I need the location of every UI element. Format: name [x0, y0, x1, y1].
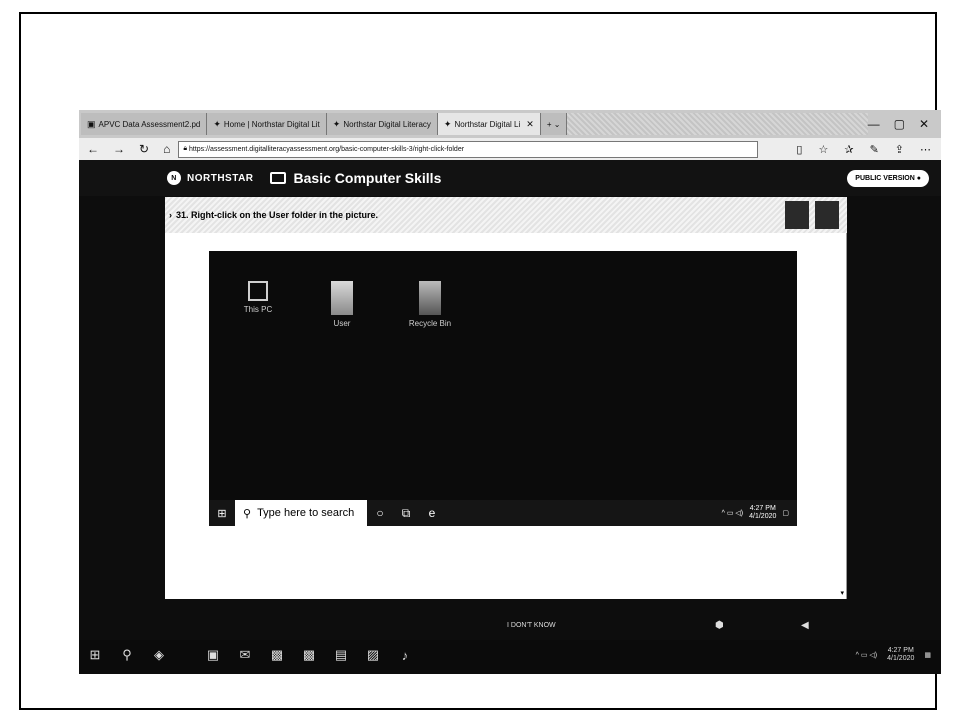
- outer-windows-taskbar: ⊞ ⚲ ◈ ▣ ✉ ▩ ▩ ▤ ▨ ♪ ^ ▭ ◁) 4:27 PM 4/1/20…: [79, 640, 941, 670]
- assessment-panel: › 31. Right-click on the User folder in …: [165, 197, 847, 599]
- northstar-tab-icon: ✦: [332, 118, 341, 129]
- audio-button[interactable]: [785, 201, 809, 229]
- desktop-icon-recycle-bin[interactable]: Recycle Bin: [405, 281, 455, 328]
- url-input[interactable]: 🔒︎ https://assessment.digitalliteracyass…: [178, 140, 759, 158]
- public-version-button[interactable]: PUBLIC VERSION ●: [847, 169, 929, 187]
- desktop-icon-this-pc[interactable]: This PC: [233, 281, 283, 314]
- reading-view-icon[interactable]: ▯: [796, 143, 802, 156]
- question-text: 31. Right-click on the User folder in th…: [176, 210, 379, 220]
- back-icon[interactable]: ←: [87, 142, 99, 156]
- dont-know-button[interactable]: I DON'T KNOW: [507, 622, 556, 629]
- share-icon[interactable]: ⇪: [895, 143, 904, 156]
- edge-icon[interactable]: e: [419, 506, 445, 520]
- tray-icons: ^ ▭ ◁): [855, 652, 878, 659]
- simulated-taskbar: ⊞ ⚲ Type here to search ○ ⧉ e ^ ▭ ◁) 4:27…: [209, 500, 797, 526]
- home-icon[interactable]: ⌂: [163, 142, 170, 156]
- scroll-down-icon[interactable]: ▾: [840, 589, 844, 597]
- recycle-bin-icon: [419, 281, 441, 315]
- more-icon[interactable]: ⋯: [920, 143, 931, 156]
- browser-tab[interactable]: ✦ Home | Northstar Digital Lit: [207, 113, 327, 135]
- info-icon: ●: [916, 174, 921, 182]
- chevron-right-icon: ›: [169, 210, 172, 220]
- pictures-icon[interactable]: ▨: [357, 647, 389, 663]
- user-folder-icon: [331, 281, 353, 315]
- simulated-desktop: This PC User Recycle Bin: [209, 251, 797, 526]
- minimize-icon[interactable]: —: [868, 117, 880, 131]
- shield-icon: ⬢: [715, 619, 724, 631]
- notifications-icon[interactable]: ▦: [924, 651, 931, 659]
- calendar-icon[interactable]: ▤: [325, 647, 357, 663]
- favorite-star-icon[interactable]: ☆: [818, 143, 828, 156]
- maximize-icon[interactable]: ▢: [894, 117, 905, 131]
- close-tab-icon[interactable]: ✕: [526, 119, 534, 130]
- browser-tab[interactable]: ✦ Northstar Digital Literacy: [326, 113, 438, 135]
- search-icon[interactable]: ⚲: [111, 647, 143, 663]
- outer-system-tray: ^ ▭ ◁) 4:27 PM 4/1/2020 ▦: [855, 647, 931, 662]
- question-bar: › 31. Right-click on the User folder in …: [165, 197, 847, 233]
- screenshot-frame: ▣ APVC Data Assessment2.pd ✦ Home | Norths…: [19, 12, 941, 710]
- windows-start-icon[interactable]: ⊞: [79, 647, 111, 663]
- site-header: N NORTHSTAR Basic Computer Skills PUBLIC …: [79, 160, 941, 196]
- lock-icon: 🔒︎: [183, 145, 188, 152]
- monitor-icon: [269, 172, 286, 184]
- help-button[interactable]: [815, 201, 839, 229]
- search-icon: ⚲: [243, 507, 252, 520]
- forward-icon[interactable]: →: [113, 142, 125, 156]
- favorites-icon[interactable]: ✰: [844, 143, 853, 156]
- browser-tab-bar: ▣ APVC Data Assessment2.pd ✦ Home | Norths…: [79, 110, 941, 138]
- monitor-screen: ▣ APVC Data Assessment2.pd ✦ Home | Norths…: [79, 110, 941, 674]
- notifications-icon[interactable]: ▢: [782, 509, 789, 517]
- site-footer-bar: I DON'T KNOW ⬢ ◀: [79, 615, 941, 635]
- pen-icon[interactable]: ✎: [870, 143, 879, 156]
- volume-icon[interactable]: ◀: [801, 620, 809, 631]
- browser-tab-active[interactable]: ✦ Northstar Digital Li ✕: [437, 113, 541, 135]
- system-tray: ^ ▭ ◁) 4:27 PM 4/1/2020 ▢: [721, 505, 789, 520]
- taskbar-search-box[interactable]: ⚲ Type here to search: [235, 500, 367, 526]
- close-window-icon[interactable]: ✕: [919, 117, 929, 131]
- tray-icons: ^ ▭ ◁): [721, 510, 744, 517]
- this-pc-icon: [248, 281, 268, 301]
- store-icon[interactable]: ▣: [197, 647, 229, 663]
- northstar-tab-icon: ✦: [443, 118, 452, 129]
- desktop-icon-user-folder[interactable]: User: [317, 281, 367, 328]
- northstar-logo-icon: N: [167, 171, 181, 185]
- security-icon[interactable]: ◈: [143, 647, 175, 663]
- music-icon[interactable]: ♪: [389, 648, 421, 663]
- northstar-tab-icon: ✦: [213, 118, 221, 129]
- refresh-icon[interactable]: ↻: [139, 142, 149, 156]
- new-tab-button[interactable]: + ⌄: [540, 113, 568, 135]
- cortana-icon[interactable]: ○: [367, 506, 393, 520]
- browser-tab[interactable]: ▣ APVC Data Assessment2.pd: [81, 113, 208, 135]
- course-title: Basic Computer Skills: [269, 170, 441, 186]
- pdf-icon: ▣: [87, 118, 96, 129]
- windows-start-icon[interactable]: ⊞: [209, 507, 235, 520]
- mail-icon[interactable]: ✉: [229, 647, 261, 663]
- northstar-logo: N NORTHSTAR: [167, 171, 254, 185]
- photos-icon[interactable]: ▩: [261, 647, 293, 663]
- address-bar-row: ← → ↻ ⌂ 🔒︎ https://assessment.digitallit…: [79, 138, 941, 160]
- window-controls: — ▢ ✕: [868, 117, 941, 131]
- task-view-icon[interactable]: ⧉: [393, 506, 419, 521]
- app-icon[interactable]: ▩: [293, 647, 325, 663]
